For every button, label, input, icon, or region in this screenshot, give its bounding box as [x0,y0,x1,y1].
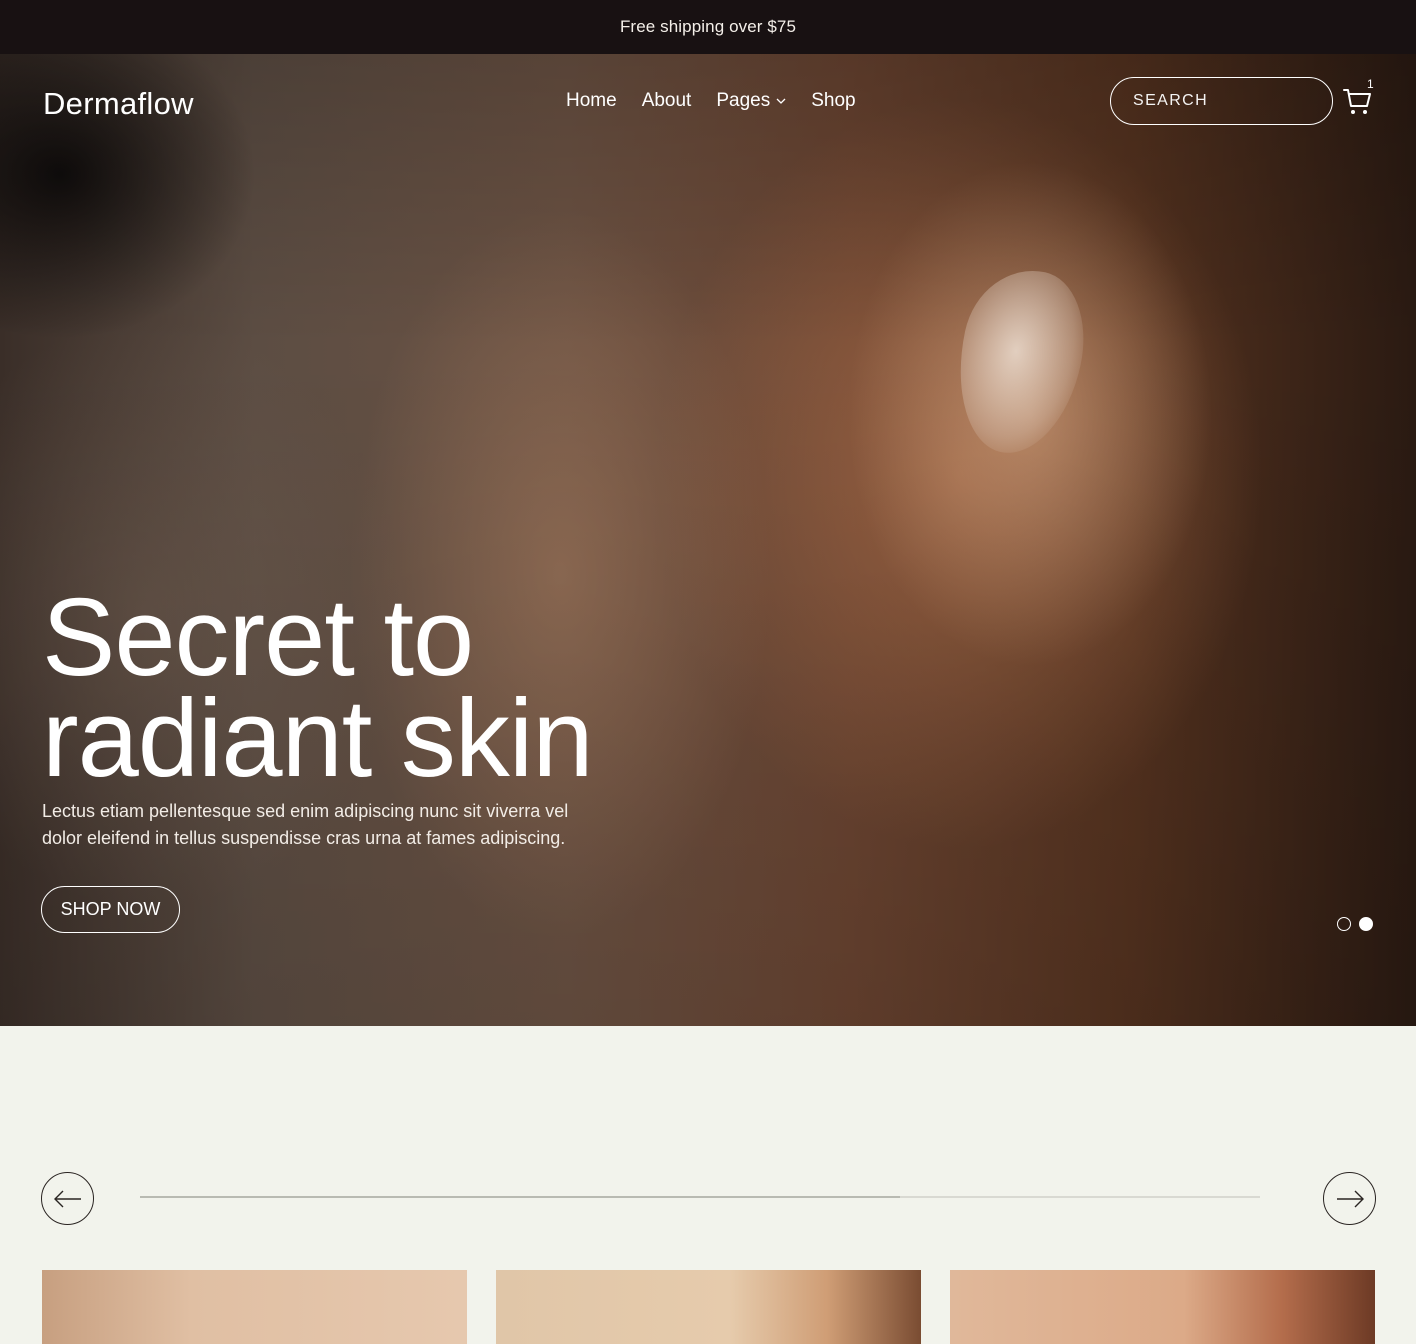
hero-subtitle: Lectus etiam pellentesque sed enim adipi… [42,801,569,848]
main-nav: Home About Pages Shop [566,90,856,112]
shop-now-button[interactable]: SHOP NOW [41,886,180,933]
nav-pages[interactable]: Pages [716,90,786,112]
product-card-image-2[interactable] [496,1270,921,1344]
product-card-image-1[interactable] [42,1270,467,1344]
carousel-prev-button[interactable] [41,1172,94,1225]
chevron-down-icon [776,98,786,104]
announcement-bar: Free shipping over $75 [0,0,1416,54]
nav-about[interactable]: About [642,90,692,112]
hero-banner: Dermaflow Home About Pages Shop 1 Secret… [0,54,1416,1026]
carousel-next-button[interactable] [1323,1172,1376,1225]
search-box [1110,77,1340,125]
cart-count-badge: 1 [1367,77,1374,91]
arrow-left-icon [53,1190,81,1207]
slider-pagination [1337,917,1373,931]
arrow-right-icon [1336,1190,1364,1207]
nav-shop[interactable]: Shop [811,90,855,112]
hero-image-highlight [942,258,1098,465]
product-card-image-3[interactable] [950,1270,1375,1344]
hero-title-line-1: Secret to [42,576,474,699]
hero-title: Secret to radiant skin [42,576,594,800]
carousel-progress-track [140,1196,1260,1198]
site-logo[interactable]: Dermaflow [43,86,194,122]
slide-dot-2[interactable] [1359,917,1373,931]
carousel-progress-thumb [900,1196,1260,1198]
hero-title-line-2: radiant skin [42,677,594,800]
slide-dot-1[interactable] [1337,917,1351,931]
nav-home[interactable]: Home [566,90,617,112]
announcement-text: Free shipping over $75 [619,17,797,36]
search-input[interactable] [1133,92,1340,110]
